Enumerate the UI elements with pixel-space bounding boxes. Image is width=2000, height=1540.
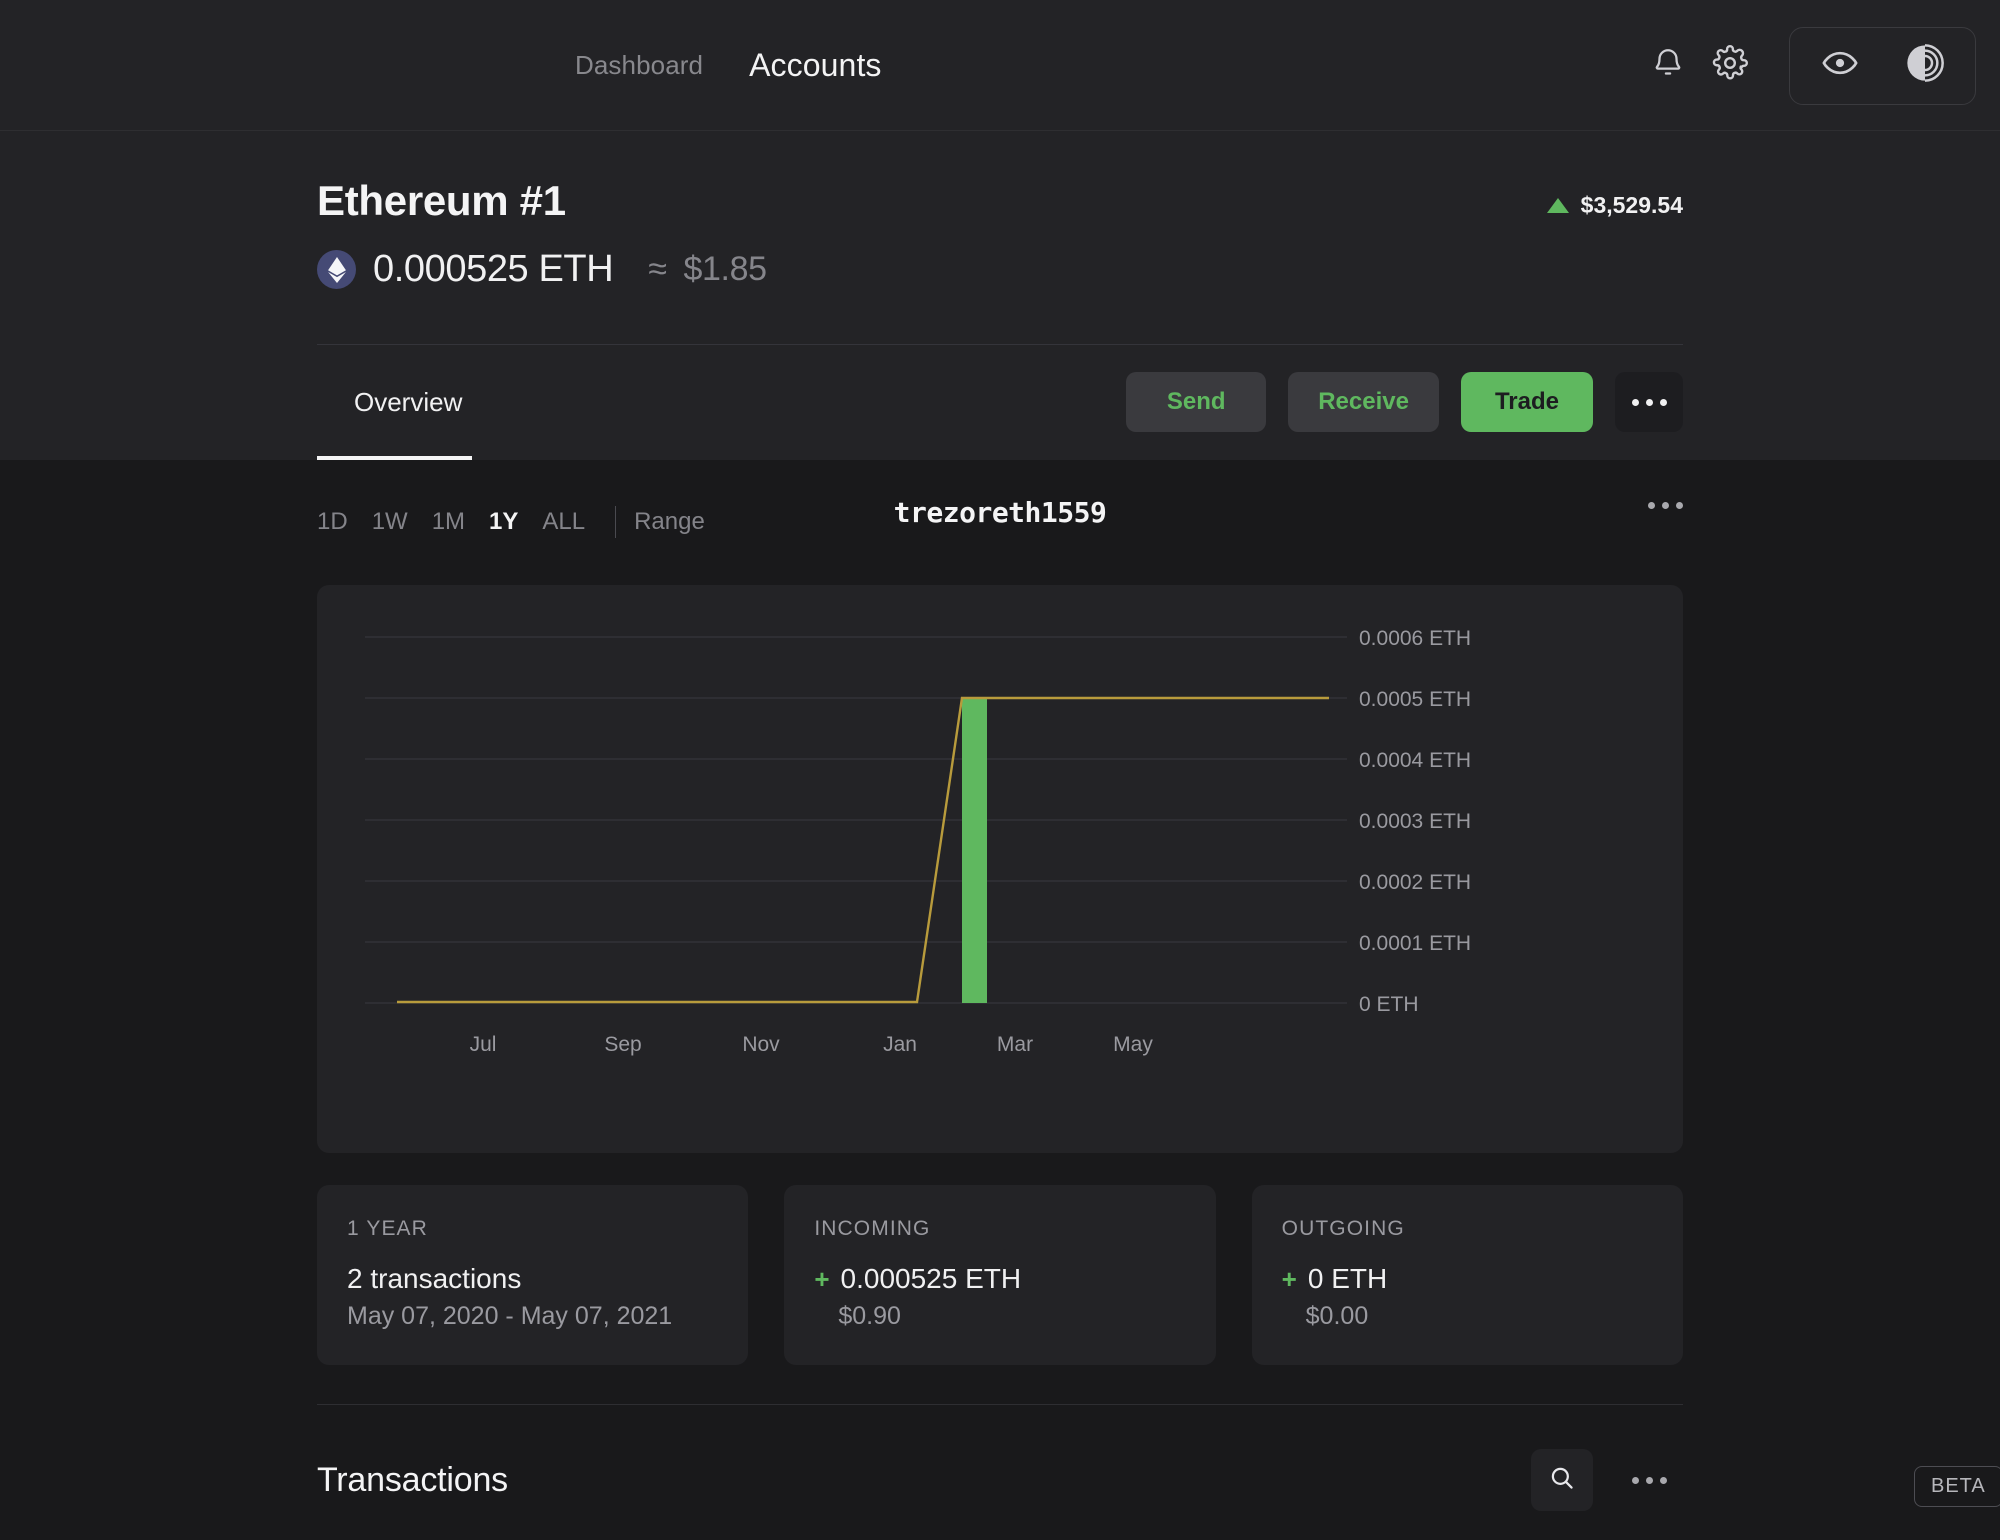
graph-more-options-button[interactable] [1648,502,1683,509]
x-axis-label-nov: Nov [742,1033,780,1056]
summary-label: INCOMING [814,1217,931,1240]
transactions-tools [1531,1449,1683,1511]
discreet-mode-button[interactable] [1809,35,1871,97]
account-header: Ethereum #1 $3,529.54 0.000525 ETH ≈ $1.… [0,131,2000,460]
transactions-search-button[interactable] [1531,1449,1593,1511]
account-action-buttons: Send Receive Trade [1126,372,1683,432]
range-1m[interactable]: 1M [420,508,477,536]
graph-account-label: trezoreth1559 [893,496,1107,529]
price-change-indicator: $3,529.54 [1546,192,1683,219]
y-axis-label-3: 0.0003 ETH [1359,810,1472,833]
account-tabs-row: Overview Send Receive Trade [317,345,1683,460]
summary-card-period: 1 YEAR 2 transactions May 07, 2020 - May… [317,1185,749,1365]
range-all[interactable]: ALL [530,508,597,536]
balance-chart-card: 0.0006 ETH 0.0005 ETH 0.0004 ETH 0.0003 … [317,585,1683,1153]
x-axis-label-sep: Sep [604,1033,642,1056]
x-axis-label-may: May [1113,1033,1153,1056]
summary-date-range: May 07, 2020 - May 07, 2021 [347,1302,673,1330]
range-1w[interactable]: 1W [360,508,420,536]
range-divider [615,506,617,538]
transactions-header: Transactions [317,1440,1683,1520]
nav-item-accounts[interactable]: Accounts [749,47,881,84]
balance-fiat-value: $1.85 [683,250,767,288]
topbar-actions [1637,0,1976,131]
balance-chart [365,636,1347,1004]
transactions-more-options-button[interactable] [1615,1450,1683,1510]
summary-label: 1 YEAR [347,1217,428,1240]
summary-value-row: 2 transactions [347,1263,718,1295]
tor-onion-icon [1905,43,1945,88]
summary-value: 0 ETH [1307,1263,1388,1294]
eye-icon [1821,44,1859,87]
summary-card-incoming: INCOMING + 0.000525 ETH $0.90 [784,1185,1216,1365]
x-axis-label-jul: Jul [469,1033,497,1056]
ethereum-coin-icon [317,250,356,289]
nav-item-dashboard[interactable]: Dashboard [575,50,703,81]
summary-value: 0.000525 ETH [840,1263,1022,1294]
account-more-options-button[interactable] [1615,372,1683,432]
y-axis-label-2: 0.0002 ETH [1359,871,1472,894]
chart-gridlines [365,636,1347,1004]
ellipsis-icon [1631,398,1667,406]
price-change-value: $3,529.54 [1580,192,1683,218]
x-axis-label-mar: Mar [996,1033,1034,1056]
page-title: Ethereum #1 [317,177,566,224]
range-1y[interactable]: 1Y [477,508,530,536]
sign-plus: + [814,1264,830,1294]
summary-fiat-value: $0.90 [838,1302,901,1330]
account-balance-row: 0.000525 ETH ≈ $1.85 [317,248,767,291]
tor-toggle-button[interactable] [1894,35,1956,97]
nav-links: Dashboard Accounts [575,0,882,131]
chart-bar-mar [962,698,987,1003]
summary-value-row: + 0 ETH [1282,1263,1653,1295]
transactions-divider [317,1404,1683,1405]
trade-button[interactable]: Trade [1460,372,1593,432]
receive-button[interactable]: Receive [1288,372,1439,432]
summary-value: 2 transactions [347,1263,522,1294]
summary-label: OUTGOING [1281,1217,1405,1240]
discreet-tor-toggle-group [1789,26,1976,105]
summary-cards: 1 YEAR 2 transactions May 07, 2020 - May… [317,1185,1683,1365]
y-axis-label-0: 0 ETH [1359,993,1419,1016]
tab-overview[interactable]: Overview [317,345,499,460]
summary-card-outgoing: OUTGOING + 0 ETH $0.00 [1251,1185,1683,1365]
summary-fiat-value: $0.00 [1305,1302,1369,1330]
transactions-title: Transactions [317,1460,508,1499]
y-axis-label-1: 0.0001 ETH [1359,932,1472,955]
gear-icon [1712,45,1748,86]
triangle-up-icon [1546,198,1569,213]
send-button[interactable]: Send [1126,372,1267,432]
range-1d[interactable]: 1D [317,508,360,536]
graph-section: 1D 1W 1M 1Y ALL Range trezoreth1559 0.00… [0,460,2000,1380]
search-icon [1548,1464,1576,1497]
settings-button[interactable] [1699,35,1761,97]
y-axis-label-6: 0.0006 ETH [1359,627,1472,650]
y-axis-label-5: 0.0005 ETH [1359,688,1472,711]
top-navigation-bar: Dashboard Accounts [0,0,2000,131]
ellipsis-icon [1648,502,1683,509]
chart-balance-line [397,696,1329,1004]
summary-value-row: + 0.000525 ETH [814,1263,1185,1295]
x-axis-label-jan: Jan [883,1033,917,1056]
y-axis-label-4: 0.0004 ETH [1359,749,1472,772]
ellipsis-icon [1631,1476,1667,1484]
sign-plus: + [1281,1264,1297,1294]
balance-approx-symbol: ≈ [648,250,667,288]
bell-icon [1651,46,1685,85]
balance-amount: 0.000525 ETH [373,248,614,290]
notifications-button[interactable] [1637,35,1699,97]
custom-range-button[interactable]: Range [634,508,705,536]
beta-badge: BETA [1914,1466,2000,1507]
